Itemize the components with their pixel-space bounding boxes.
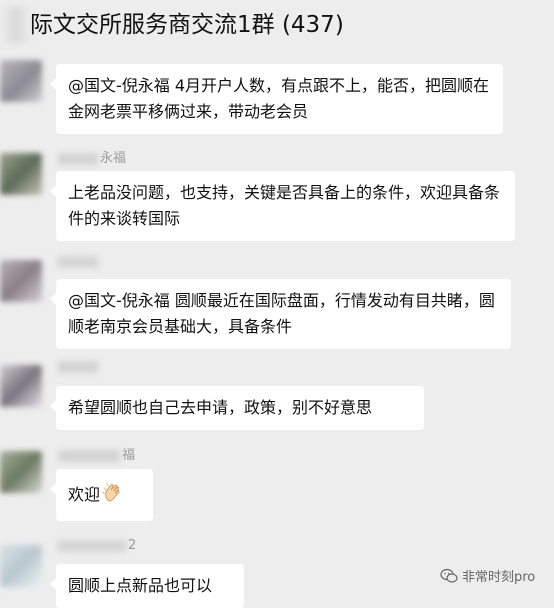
avatar[interactable] <box>0 545 42 587</box>
sender-name-blur <box>58 539 126 552</box>
chat-header: 际文交所服务商交流1群 (437) <box>0 0 554 50</box>
sender-name: 2 <box>58 538 136 553</box>
message-bubble[interactable]: 上老品没问题，也支持，关键是否具备上的条件，欢迎具备条件的来谈转国际 <box>50 171 515 241</box>
sender-name <box>58 254 100 269</box>
message-bubble[interactable]: 欢迎 <box>50 469 153 521</box>
clapping-hands-icon <box>102 483 120 502</box>
message-text: 上老品没问题，也支持，关键是否具备上的条件，欢迎具备条件的来谈转国际 <box>68 183 501 228</box>
message-bubble[interactable]: @国文-倪永福 圆顺最近在国际盘面，行情发动有目共睹，圆顺老南京会员基础大，具备… <box>50 279 511 349</box>
watermark: 非常时刻pro <box>440 566 535 585</box>
sender-name-blur <box>58 449 120 462</box>
avatar[interactable] <box>0 60 42 102</box>
sender-name <box>58 359 100 374</box>
avatar[interactable] <box>0 451 42 493</box>
message-text: @国文-倪永福 圆顺最近在国际盘面，行情发动有目共睹，圆顺老南京会员基础大，具备… <box>68 291 495 336</box>
sender-name-text: 2 <box>128 538 137 553</box>
avatar[interactable] <box>0 153 42 195</box>
message-text: 圆顺上点新品也可以 <box>68 576 213 595</box>
sender-name-text: 永福 <box>100 151 127 166</box>
wechat-icon <box>440 568 458 583</box>
message-text: @国文-倪永福 4月开户人数，有点跟不上，能否，把圆顺在金网老票平移俩过来，带动… <box>68 76 490 121</box>
message-text: 欢迎 <box>68 485 101 504</box>
message-text: 希望圆顺也自己去申请，政策，别不好意思 <box>68 398 373 417</box>
sender-name-blur <box>58 360 98 373</box>
watermark-text: 非常时刻pro <box>462 570 536 585</box>
avatar[interactable] <box>0 260 42 302</box>
message-bubble[interactable]: 圆顺上点新品也可以 <box>50 564 244 608</box>
avatar[interactable] <box>0 365 42 407</box>
message-bubble[interactable]: @国文-倪永福 4月开户人数，有点跟不上，能否，把圆顺在金网老票平移俩过来，带动… <box>50 64 503 134</box>
message-bubble[interactable]: 希望圆顺也自己去申请，政策，别不好意思 <box>50 386 424 430</box>
sender-name: 福 <box>58 444 135 463</box>
sender-name-blur <box>58 152 98 165</box>
header-blur <box>0 6 32 44</box>
sender-name-text: 福 <box>122 448 136 463</box>
sender-name: 永福 <box>58 147 126 166</box>
sender-name-blur <box>58 255 98 268</box>
chat-title[interactable]: 际文交所服务商交流1群 (437) <box>30 10 344 40</box>
